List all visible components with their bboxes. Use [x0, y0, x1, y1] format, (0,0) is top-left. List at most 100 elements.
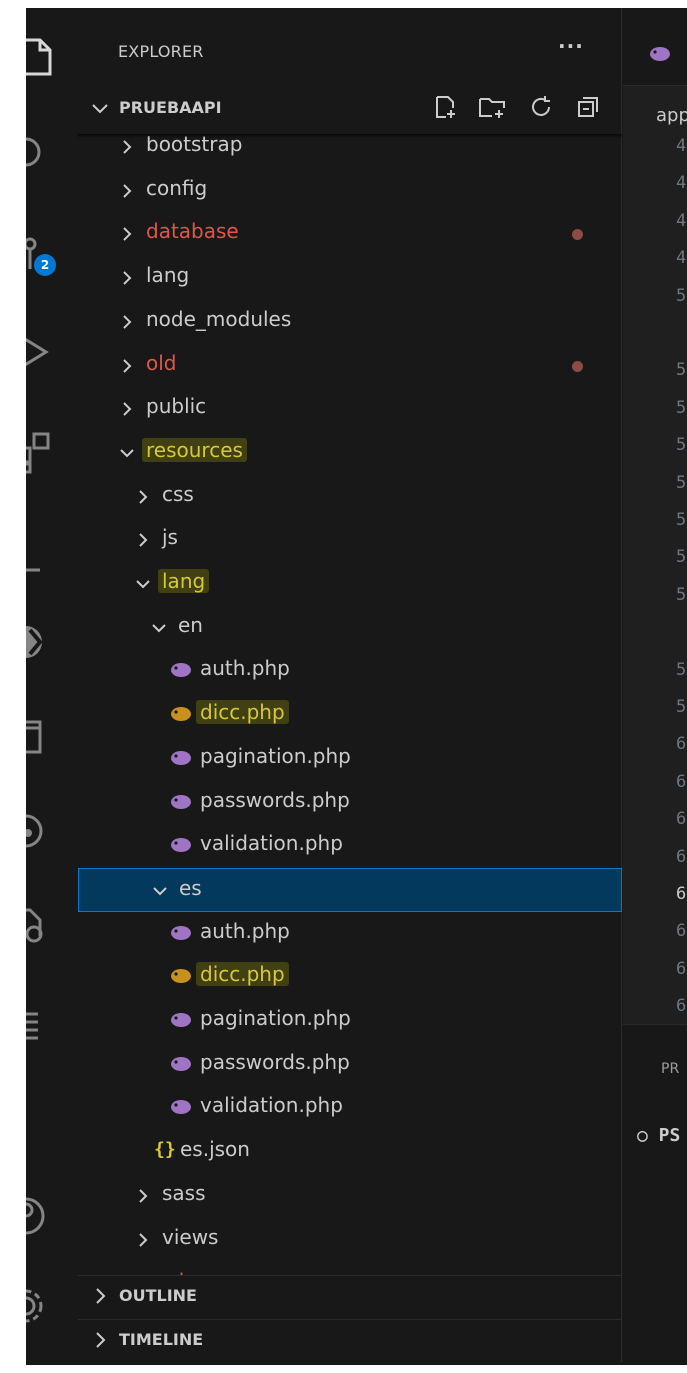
new-file-icon[interactable]	[434, 94, 458, 124]
project-section-header[interactable]: PRUEBAAPI	[78, 88, 622, 128]
php-elephant-icon	[170, 837, 192, 857]
tree-folder[interactable]: bootstrap	[78, 136, 622, 169]
remote-explorer-activity[interactable]	[26, 614, 78, 664]
line-number: 5	[676, 697, 687, 717]
tree-folder[interactable]: public	[78, 387, 622, 431]
tree-file[interactable]: auth.php	[78, 649, 622, 693]
source-control-badge: 2	[34, 254, 56, 276]
manage-activity[interactable]	[26, 1278, 78, 1328]
tree-item-label: auth.php	[200, 918, 290, 943]
gitlens-activity[interactable]	[26, 803, 78, 853]
line-number: 4	[676, 136, 687, 156]
line-number: 6	[676, 958, 687, 979]
outline-label: OUTLINE	[119, 1286, 197, 1305]
bottom-panel: PR ○ PS	[623, 1024, 687, 1365]
run-debug-activity[interactable]	[26, 326, 78, 376]
tree-folder[interactable]: lang	[78, 256, 622, 300]
tree-file[interactable]: passwords.php	[78, 1043, 622, 1087]
php-elephant-icon	[170, 925, 192, 945]
tree-item-label: node_modules	[146, 306, 292, 331]
activity-bar: 2	[26, 8, 78, 1365]
line-number: 6	[676, 921, 687, 942]
tree-item-label: dicc.php	[196, 700, 289, 725]
docker-activity[interactable]	[26, 898, 78, 948]
tree-folder[interactable]: css	[78, 475, 622, 519]
chevron-right-icon	[118, 225, 136, 247]
line-number: 6	[676, 734, 687, 755]
php-elephant-icon	[170, 1012, 192, 1032]
php-elephant-icon	[170, 750, 192, 770]
tree-file[interactable]: passwords.php	[78, 781, 622, 825]
tree-file[interactable]: validation.php	[78, 824, 622, 868]
timeline-section-header[interactable]: TIMELINE	[78, 1319, 622, 1359]
tree-item-label: validation.php	[200, 831, 343, 856]
accounts-activity[interactable]	[26, 1188, 78, 1238]
tree-folder[interactable]: es	[78, 867, 622, 912]
tree-folder[interactable]: resources	[78, 431, 622, 475]
chevron-right-icon	[134, 531, 152, 553]
search-activity[interactable]	[26, 130, 78, 180]
chevron-down-icon	[90, 98, 110, 122]
line-number: 6	[676, 884, 687, 904]
tree-item-label: resources	[142, 437, 247, 462]
tree-file[interactable]: auth.php	[78, 912, 622, 956]
tree-item-label: dicc.php	[196, 962, 289, 987]
line-number: 5	[676, 472, 687, 493]
extensions-activity[interactable]	[26, 426, 78, 476]
scroll-shadow	[78, 134, 622, 138]
breadcrumb[interactable]: app	[656, 105, 687, 126]
explorer-activity[interactable]	[26, 30, 78, 80]
chevron-down-icon	[150, 619, 168, 641]
collapse-all-icon[interactable]	[576, 94, 600, 124]
tree-file[interactable]: dicc.php	[78, 955, 622, 999]
project-name: PRUEBAAPI	[119, 98, 222, 117]
outline-section-header[interactable]: OUTLINE	[78, 1275, 622, 1315]
line-number: 5	[676, 547, 687, 568]
tree-folder[interactable]: lang	[78, 562, 622, 606]
chevron-right-icon	[134, 488, 152, 510]
tree-folder[interactable]: routes	[78, 1261, 622, 1275]
tree-folder[interactable]: node_modules	[78, 300, 622, 344]
tree-file[interactable]: validation.php	[78, 1086, 622, 1130]
tree-folder[interactable]: js	[78, 518, 622, 562]
testing-activity[interactable]	[26, 526, 78, 576]
terminal-prompt[interactable]: ○ PS	[637, 1125, 680, 1146]
chevron-down-icon	[118, 444, 136, 466]
php-elephant-icon[interactable]	[649, 46, 671, 66]
modified-dot	[572, 360, 583, 372]
explorer-title: EXPLORER	[118, 42, 204, 61]
chevron-right-icon	[118, 138, 136, 160]
chevron-right-icon	[134, 1187, 152, 1209]
new-folder-icon[interactable]	[478, 94, 506, 124]
list-activity[interactable]	[26, 998, 78, 1048]
source-control-activity[interactable]: 2	[26, 230, 78, 280]
editor-area: app 4 4 4 4 5 5 5 5 5 5 5 5 5 5 6 6 6 6 6 6 6 6 PR ○ PS	[623, 8, 687, 1365]
tree-item-label: bootstrap	[146, 136, 243, 156]
editor-tabs	[623, 8, 687, 86]
tree-item-label: routes	[142, 1268, 213, 1275]
tree-folder[interactable]: en	[78, 606, 622, 650]
tree-item-label: passwords.php	[200, 787, 350, 812]
tree-item-label: validation.php	[200, 1093, 343, 1118]
tree-file[interactable]: {} es.json	[78, 1130, 622, 1174]
tree-file[interactable]: dicc.php	[78, 693, 622, 737]
tree-file[interactable]: pagination.php	[78, 737, 622, 781]
chevron-right-icon	[118, 182, 136, 204]
line-number: 5	[676, 285, 687, 306]
tree-file[interactable]: pagination.php	[78, 999, 622, 1043]
tree-folder[interactable]: sass	[78, 1174, 622, 1218]
tree-folder[interactable]: views	[78, 1218, 622, 1262]
more-actions-button[interactable]: ···	[558, 34, 584, 58]
tree-folder[interactable]: database	[78, 212, 622, 256]
tree-item-label: auth.php	[200, 656, 290, 681]
status-bar	[26, 1362, 687, 1365]
tree-folder[interactable]: old	[78, 344, 622, 388]
line-number: 6	[676, 846, 687, 867]
folder-activity[interactable]	[26, 708, 78, 758]
php-elephant-icon	[170, 794, 192, 814]
line-number: 4	[676, 248, 687, 269]
refresh-icon[interactable]	[530, 94, 554, 124]
chevron-right-icon	[118, 400, 136, 422]
panel-tab-problems[interactable]: PR	[661, 1061, 679, 1077]
tree-folder[interactable]: config	[78, 169, 622, 213]
